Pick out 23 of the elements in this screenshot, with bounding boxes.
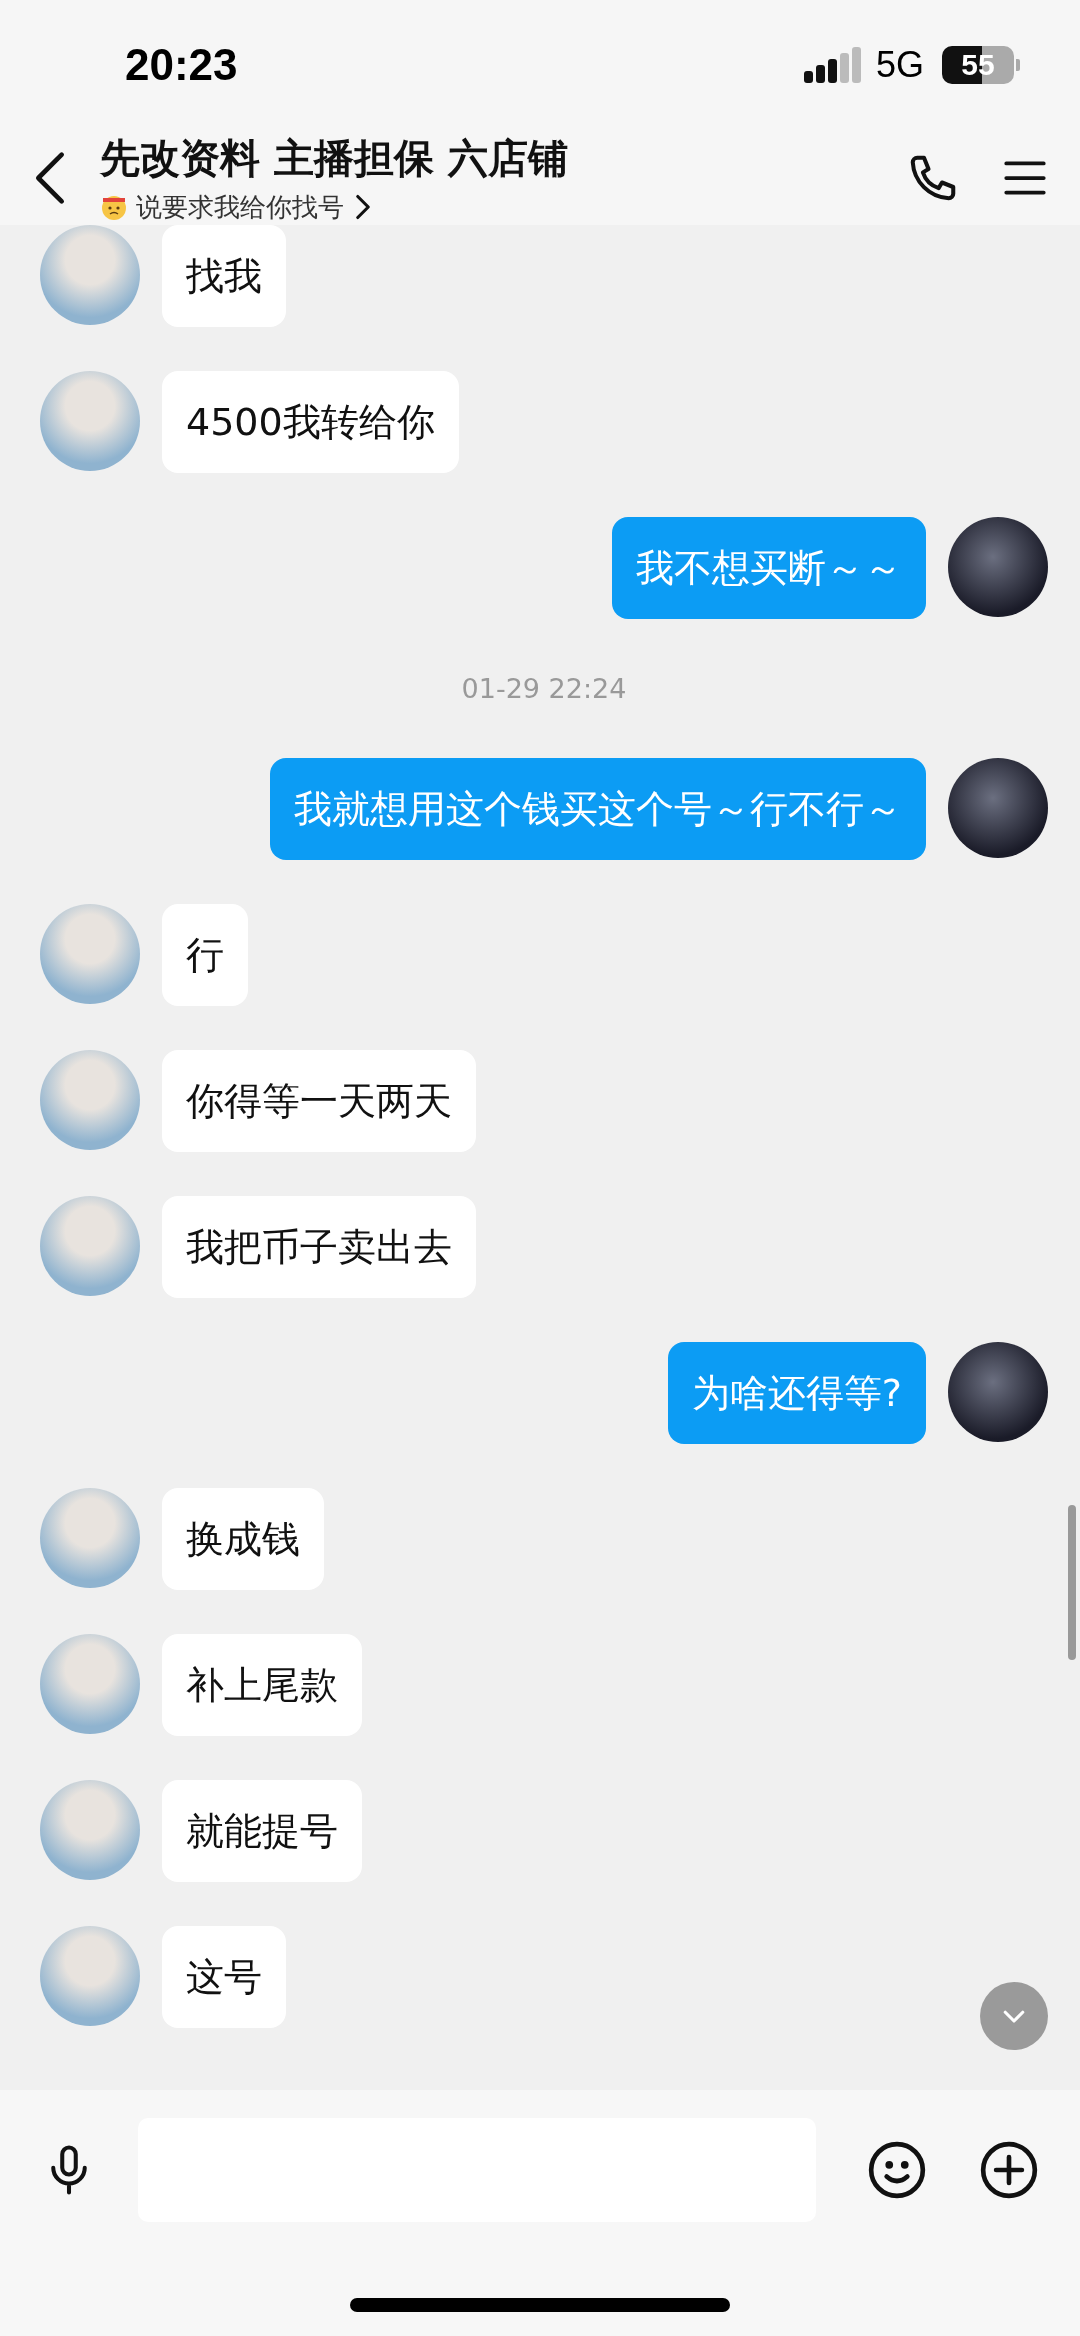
received-message: 换成钱 (162, 1488, 324, 1590)
add-button[interactable] (978, 2139, 1040, 2201)
smiley-icon (866, 2139, 928, 2201)
sent-message: 我不想买断～～ (612, 517, 926, 619)
received-message: 就能提号 (162, 1780, 362, 1882)
received-message: 4500我转给你 (162, 371, 459, 473)
received-message: 找我 (162, 225, 286, 327)
subtitle-link[interactable]: 说要求我给你找号 (100, 189, 374, 225)
emoji-button[interactable] (866, 2139, 928, 2201)
received-message: 我把币子卖出去 (162, 1196, 476, 1298)
received-message: 你得等一天两天 (162, 1050, 476, 1152)
plus-circle-icon (978, 2139, 1040, 2201)
received-message: 补上尾款 (162, 1634, 362, 1736)
timestamp: 01-29 22:24 (461, 673, 627, 704)
sent-message: 为啥还得等? (667, 1342, 926, 1444)
emoji-face-icon (100, 193, 128, 221)
status-time: 20:23 (125, 40, 239, 90)
signal-icon (803, 47, 862, 83)
network-label: 5G (875, 44, 924, 86)
chat-title: 先改资料 主播担保 六店铺 (100, 133, 569, 183)
sent-message: 我就想用这个钱买这个号～行不行～ (270, 758, 926, 860)
received-message: 这号 (162, 1926, 286, 2028)
received-message: 行 (162, 904, 248, 1006)
